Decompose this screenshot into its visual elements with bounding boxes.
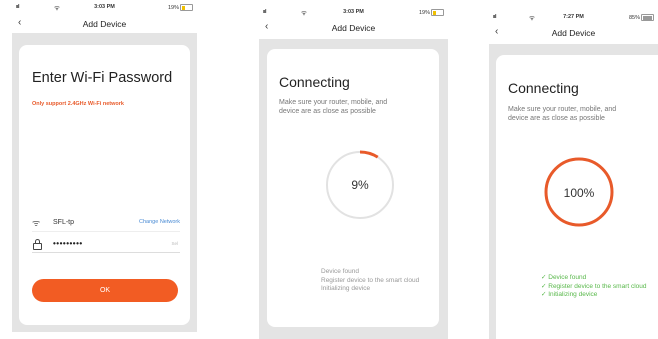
battery-icon <box>431 9 444 16</box>
connecting-card: Connecting Make sure your router, mobile… <box>267 49 439 327</box>
progress-percent: 100% <box>563 186 595 200</box>
back-chevron-icon[interactable]: ‹ <box>18 17 21 28</box>
battery-icon <box>180 4 193 11</box>
connection-steps: Device found Register device to the smar… <box>321 268 419 294</box>
battery-indicator: 19% <box>419 9 444 16</box>
battery-indicator: 19% <box>168 4 193 11</box>
battery-percent: 19% <box>418 9 430 16</box>
wifi-band-note: Only support 2.4GHz Wi-Fi network <box>32 101 124 107</box>
step-item: Initializing device <box>321 285 371 292</box>
page-title: Enter Wi-Fi Password <box>32 70 173 86</box>
phone-screen-connecting-9: ııl ᯤ 3:03 PM 19% ‹ Add Device Connectin… <box>259 0 448 339</box>
instruction-line: Make sure your router, mobile, and <box>508 106 617 113</box>
status-bar: ııl ᯤ 7:27 PM 85% <box>489 10 658 24</box>
instruction-line: Make sure your router, mobile, and <box>279 99 388 106</box>
phone-screen-wifi-password: ııl ᯤ 3:03 PM 19% ‹ Add Device Enter Wi-… <box>12 0 197 332</box>
back-chevron-icon[interactable]: ‹ <box>495 26 498 37</box>
nav-bar: ‹ Add Device <box>489 26 658 40</box>
step-item: ✓ Register device to the smart cloud <box>541 282 647 290</box>
password-card: Enter Wi-Fi Password Only support 2.4GHz… <box>19 45 190 325</box>
status-bar: ııl ᯤ 3:03 PM 19% <box>12 0 197 14</box>
page-title: Connecting <box>508 80 579 96</box>
back-chevron-icon[interactable]: ‹ <box>265 21 268 32</box>
ok-button[interactable]: OK <box>32 279 178 302</box>
nav-title: Add Device <box>82 19 127 29</box>
change-network-link[interactable]: Change Network <box>139 219 180 225</box>
battery-indicator: 85% <box>629 14 654 21</box>
password-value: ••••••••• <box>53 239 83 248</box>
show-password-toggle[interactable]: Sel <box>171 241 178 246</box>
lock-icon <box>33 239 42 250</box>
step-item: Register device to the smart cloud <box>321 276 420 284</box>
nav-title: Add Device <box>551 28 596 38</box>
step-item: ✓ Initializing device <box>541 291 598 298</box>
battery-percent: 85% <box>628 14 640 21</box>
battery-icon <box>641 14 654 21</box>
password-field[interactable]: ••••••••• Sel <box>32 238 180 253</box>
connecting-instructions: Make sure your router, mobile, and devic… <box>279 99 387 116</box>
connecting-card: Connecting Make sure your router, mobile… <box>496 55 658 339</box>
nav-bar: ‹ Add Device <box>12 17 197 31</box>
wifi-network-row: ᯤ SFL-tp Change Network <box>32 217 180 232</box>
instruction-line: device are as close as possible <box>279 107 376 115</box>
page-title: Connecting <box>279 74 350 90</box>
nav-title: Add Device <box>331 23 376 33</box>
wifi-ssid: SFL-tp <box>53 219 75 226</box>
progress-percent: 9% <box>351 178 369 192</box>
step-item: ✓ Device found <box>541 274 587 281</box>
battery-percent: 19% <box>167 4 179 11</box>
connection-steps: ✓ Device found ✓ Register device to the … <box>541 274 647 300</box>
step-item: Device found <box>321 268 359 275</box>
phone-screen-connecting-100: ııl ᯤ 7:27 PM 85% ‹ Add Device Connectin… <box>489 0 658 339</box>
connecting-instructions: Make sure your router, mobile, and devic… <box>508 106 616 123</box>
nav-bar: ‹ Add Device <box>259 21 448 35</box>
status-bar: ııl ᯤ 3:03 PM 19% <box>259 5 448 19</box>
wifi-icon: ᯤ <box>32 218 41 228</box>
instruction-line: device are as close as possible <box>508 114 605 122</box>
